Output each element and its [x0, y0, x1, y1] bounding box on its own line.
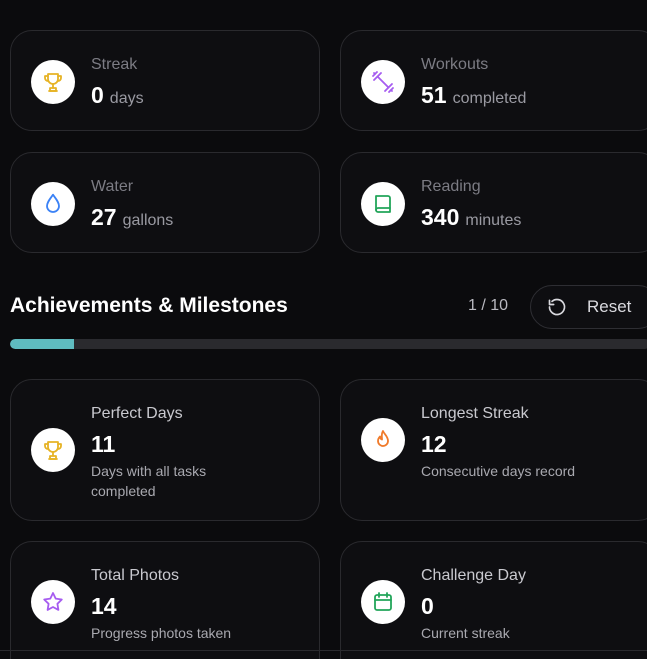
- reset-button[interactable]: Reset: [530, 285, 647, 329]
- achievement-desc: Progress photos taken: [91, 625, 232, 641]
- droplet-icon: [31, 182, 75, 226]
- dumbbell-icon: [361, 60, 405, 104]
- achievement-value: 12: [421, 431, 447, 457]
- stat-label: Water: [91, 178, 134, 195]
- section-title: Achievements & Milestones: [10, 294, 288, 317]
- achievement-card-perfect-days: Perfect Days 11 Days with all tasks comp…: [10, 379, 320, 521]
- achievement-value: 0: [421, 593, 434, 619]
- stat-unit: days: [109, 90, 144, 107]
- stat-value: 0 days: [91, 82, 144, 108]
- reset-label: Reset: [587, 297, 632, 316]
- calendar-icon: [361, 580, 405, 624]
- stat-label: Reading: [421, 178, 481, 195]
- achievements-progress: [10, 339, 647, 349]
- rotate-ccw-icon: [548, 298, 566, 316]
- stat-label: Workouts: [421, 56, 489, 73]
- achievement-title: Total Photos: [91, 567, 180, 584]
- stat-unit: minutes: [465, 212, 522, 229]
- stat-value: 27 gallons: [91, 204, 174, 230]
- achievement-title: Longest Streak: [421, 405, 529, 422]
- stat-unit: completed: [452, 90, 527, 107]
- flame-icon: [361, 418, 405, 462]
- stat-card-water: Water 27 gallons: [10, 152, 320, 253]
- stat-value: 51 completed: [421, 82, 527, 108]
- bottom-divider: [0, 650, 647, 651]
- achievement-desc: Consecutive days record: [421, 463, 576, 479]
- achievement-card-total-photos: Total Photos 14 Progress photos taken: [10, 541, 320, 659]
- trophy-icon: [31, 428, 75, 472]
- stat-label: Streak: [91, 56, 138, 73]
- stat-value: 340 minutes: [421, 204, 522, 230]
- stat-card-streak: Streak 0 days: [10, 30, 320, 131]
- page-indicator: 1 / 10: [468, 297, 509, 314]
- progress-fill: [10, 339, 74, 349]
- trophy-icon: [31, 60, 75, 104]
- achievement-card-longest-streak: Longest Streak 12 Consecutive days recor…: [340, 379, 647, 521]
- achievement-card-challenge-day: Challenge Day 0 Current streak: [340, 541, 647, 659]
- achievement-value: 14: [91, 593, 117, 619]
- achievement-desc: Days with all tasks completed: [91, 463, 207, 499]
- book-icon: [361, 182, 405, 226]
- achievement-value: 11: [91, 431, 116, 457]
- star-icon: [31, 580, 75, 624]
- stat-card-reading: Reading 340 minutes: [340, 152, 647, 253]
- achievement-desc: Current streak: [421, 625, 510, 641]
- stat-unit: gallons: [122, 212, 174, 229]
- stat-card-workouts: Workouts 51 completed: [340, 30, 647, 131]
- achievement-title: Perfect Days: [91, 405, 183, 422]
- achievement-title: Challenge Day: [421, 567, 526, 584]
